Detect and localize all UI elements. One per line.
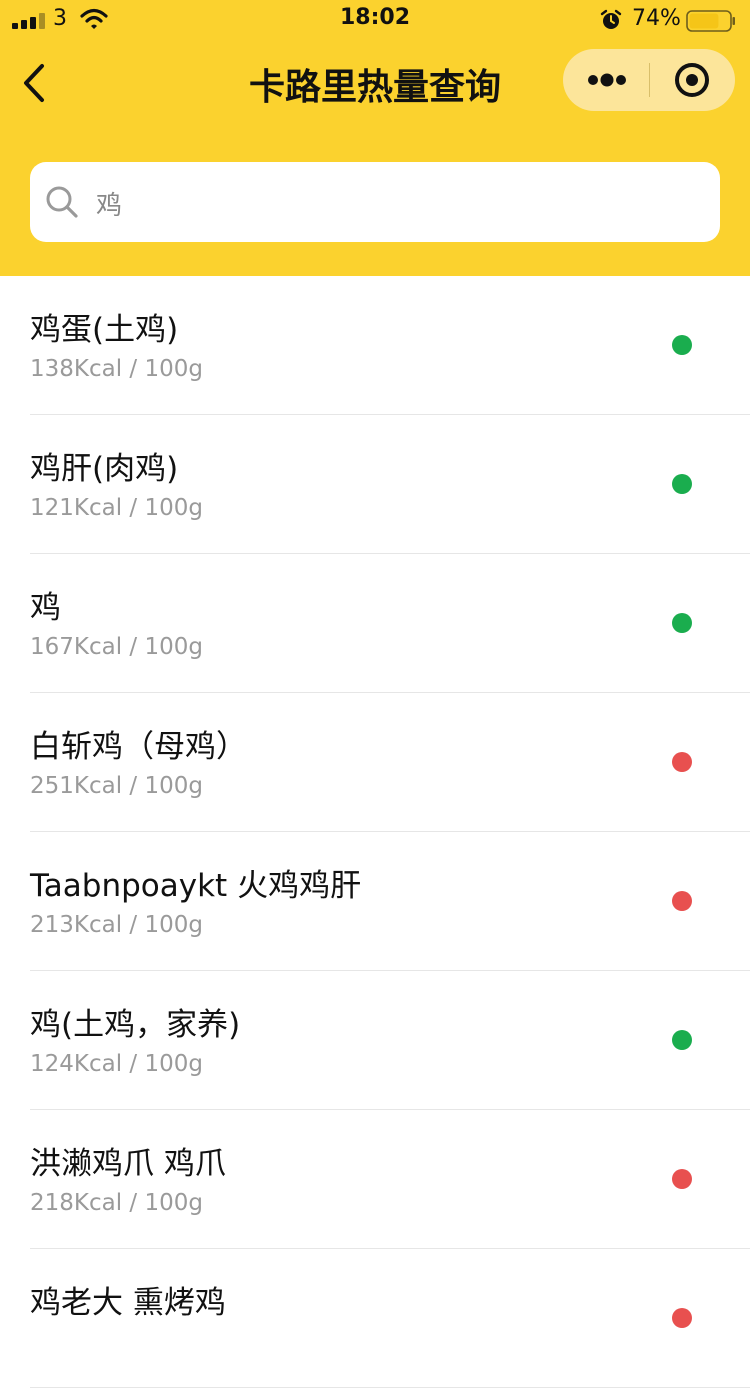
calorie-unit: 100g <box>144 495 204 521</box>
list-item[interactable]: 鸡(土鸡，家养) 124Kcal / 100g <box>0 971 750 1110</box>
status-dot <box>672 474 692 494</box>
food-name: 鸡(土鸡，家养) <box>30 1007 241 1043</box>
food-calories: 251Kcal / 100g <box>30 773 203 799</box>
food-calories: 213Kcal / 100g <box>30 912 203 938</box>
calorie-separator: / <box>122 1190 145 1216</box>
calorie-unit: 100g <box>144 1190 204 1216</box>
food-name: 鸡蛋(土鸡) <box>30 312 179 348</box>
more-icon <box>588 73 626 87</box>
search-icon <box>46 186 78 218</box>
calorie-value: 124Kcal <box>30 1051 123 1077</box>
status-dot <box>672 335 692 355</box>
calorie-unit: 100g <box>144 634 204 660</box>
food-calories: 138Kcal / 100g <box>30 356 203 382</box>
alarm-icon <box>600 9 622 29</box>
food-name: 洪濑鸡爪 鸡爪 <box>30 1146 226 1182</box>
search-bar[interactable] <box>30 162 720 242</box>
mini-program-capsule <box>563 49 735 111</box>
calorie-value: 251Kcal <box>30 773 123 799</box>
calorie-unit: 100g <box>144 773 204 799</box>
calorie-value: 167Kcal <box>30 634 123 660</box>
status-dot <box>672 1030 692 1050</box>
more-button[interactable] <box>563 49 648 111</box>
calorie-value: 218Kcal <box>30 1190 123 1216</box>
status-dot <box>672 1169 692 1189</box>
list-item[interactable]: 洪濑鸡爪 鸡爪 218Kcal / 100g <box>0 1110 750 1249</box>
status-dot <box>672 613 692 633</box>
calorie-separator: / <box>122 1051 145 1077</box>
food-name: 鸡老大 熏烤鸡 <box>30 1285 226 1321</box>
calorie-separator: / <box>122 495 145 521</box>
list-item[interactable]: 鸡肝(肉鸡) 121Kcal / 100g <box>0 415 750 554</box>
calorie-value: 138Kcal <box>30 356 123 382</box>
calorie-value: 213Kcal <box>30 912 123 938</box>
food-name: Taabnpoaykt 火鸡鸡肝 <box>30 868 362 904</box>
header: 3 18:02 74% 卡路里热量查询 <box>0 0 750 276</box>
battery-icon <box>686 10 735 32</box>
food-calories: 218Kcal / 100g <box>30 1190 203 1216</box>
food-calories: 121Kcal / 100g <box>30 495 203 521</box>
calorie-value: 121Kcal <box>30 495 123 521</box>
calorie-separator: / <box>122 912 145 938</box>
calorie-separator: / <box>122 773 145 799</box>
close-button[interactable] <box>650 49 735 111</box>
search-input[interactable] <box>94 180 698 226</box>
food-name: 白斩鸡（母鸡） <box>30 729 247 765</box>
calorie-unit: 100g <box>144 912 204 938</box>
status-dot <box>672 752 692 772</box>
calorie-separator: / <box>122 356 145 382</box>
list-item[interactable]: 鸡 167Kcal / 100g <box>0 554 750 693</box>
food-list: 鸡蛋(土鸡) 138Kcal / 100g 鸡肝(肉鸡) 121Kcal / 100g… <box>0 276 750 1388</box>
status-dot <box>672 1308 692 1328</box>
battery-percent: 74% <box>632 6 681 31</box>
list-item[interactable]: Taabnpoaykt 火鸡鸡肝 213Kcal / 100g <box>0 832 750 971</box>
food-name: 鸡 <box>30 590 61 626</box>
list-item[interactable]: 鸡老大 熏烤鸡 <box>0 1249 750 1388</box>
status-bar: 3 18:02 74% <box>0 0 750 40</box>
status-dot <box>672 891 692 911</box>
list-item[interactable]: 鸡蛋(土鸡) 138Kcal / 100g <box>0 276 750 415</box>
food-calories: 167Kcal / 100g <box>30 634 203 660</box>
calorie-unit: 100g <box>144 356 204 382</box>
calorie-separator: / <box>122 634 145 660</box>
close-icon <box>675 63 709 97</box>
list-item[interactable]: 白斩鸡（母鸡） 251Kcal / 100g <box>0 693 750 832</box>
food-calories: 124Kcal / 100g <box>30 1051 203 1077</box>
food-name: 鸡肝(肉鸡) <box>30 451 179 487</box>
calorie-unit: 100g <box>144 1051 204 1077</box>
